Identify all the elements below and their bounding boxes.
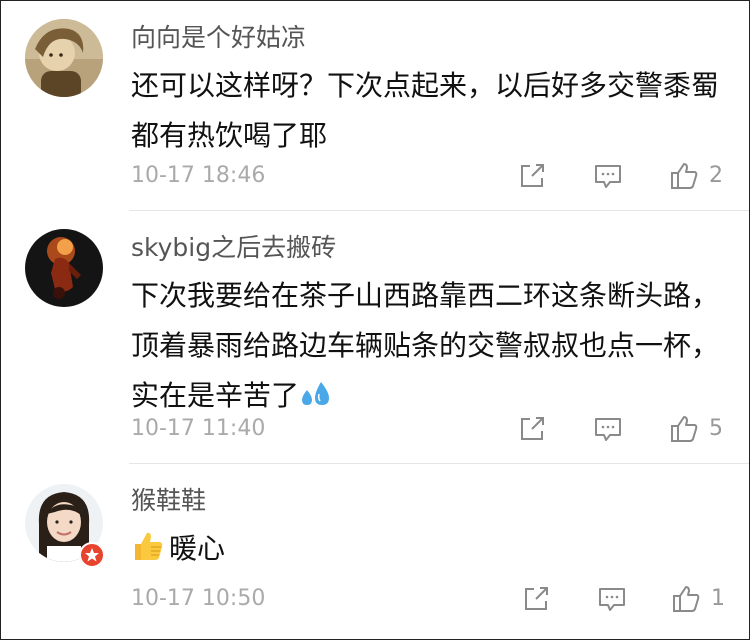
comment-icon[interactable] <box>593 161 623 191</box>
like-count: 2 <box>709 163 723 188</box>
username[interactable]: skybig之后去搬砖 <box>131 233 336 263</box>
username[interactable]: 向向是个好姑凉 <box>131 23 306 53</box>
like-count: 1 <box>711 586 725 611</box>
user-avatar-icon <box>25 229 103 307</box>
comment-meta: 10-17 10:50 1 <box>1 584 749 614</box>
comment-item: 向向是个好姑凉 还可以这样呀？下次点起来，以后好多交警黍蜀都有热饮喝了耶 10-… <box>1 1 749 209</box>
avatar[interactable] <box>25 19 103 97</box>
thumbs-up-icon[interactable] <box>671 584 701 614</box>
user-avatar-icon <box>25 19 103 97</box>
comment-time: 10-17 18:46 <box>131 163 266 188</box>
comment-time: 10-17 10:50 <box>131 586 266 611</box>
share-icon[interactable] <box>521 584 551 614</box>
comment-text: 还可以这样呀？下次点起来，以后好多交警黍蜀都有热饮喝了耶 <box>131 69 720 152</box>
comment-text: 暖心 <box>131 524 721 579</box>
comment-time: 10-17 11:40 <box>131 416 266 441</box>
comment-list: 向向是个好姑凉 还可以这样呀？下次点起来，以后好多交警黍蜀都有热饮喝了耶 10-… <box>0 0 750 640</box>
verified-badge-icon <box>79 542 105 568</box>
thumbs-up-icon[interactable] <box>669 161 699 191</box>
comment-text-content: 下次我要给在茶子山西路靠西二环这条断头路，顶着暴雨给路边车辆贴条的交警叔叔也点一… <box>131 279 720 412</box>
comment-icon[interactable] <box>597 584 627 614</box>
comment-text-content: 暖心 <box>169 532 226 565</box>
comment-meta: 10-17 18:46 2 <box>1 161 749 191</box>
comment-item: 猴鞋鞋 暖心 10-17 10:50 1 <box>1 464 749 639</box>
username[interactable]: 猴鞋鞋 <box>131 486 206 516</box>
comment-item: skybig之后去搬砖 下次我要给在茶子山西路靠西二环这条断头路，顶着暴雨给路边… <box>1 211 749 461</box>
thumbs-up-icon[interactable] <box>669 414 699 444</box>
comment-meta: 10-17 11:40 5 <box>1 414 749 444</box>
avatar[interactable] <box>25 229 103 307</box>
share-icon[interactable] <box>517 161 547 191</box>
thumbs-up-emoji-icon <box>131 529 165 579</box>
share-icon[interactable] <box>517 414 547 444</box>
comment-icon[interactable] <box>593 414 623 444</box>
avatar[interactable] <box>25 484 105 568</box>
like-count: 5 <box>709 416 723 441</box>
comment-text: 下次我要给在茶子山西路靠西二环这条断头路，顶着暴雨给路边车辆贴条的交警叔叔也点一… <box>131 271 721 426</box>
